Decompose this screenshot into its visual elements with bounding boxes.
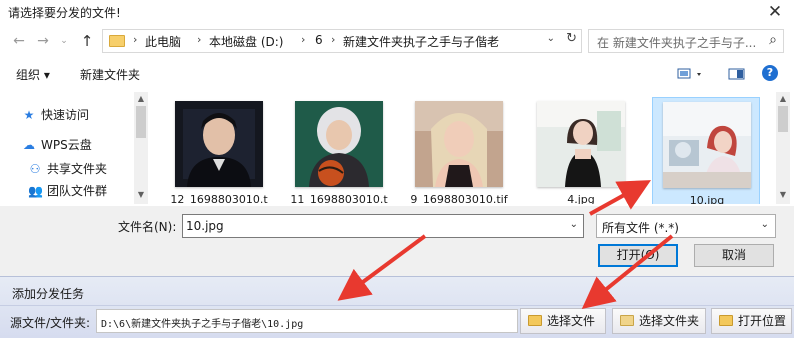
file-type-value: 所有文件 (*.*) <box>602 221 679 235</box>
distribution-task-panel: 添加分发任务 源文件/文件夹: D:\6\新建文件夹执子之手与子偕老\10.jp… <box>0 276 794 338</box>
chevron-down-icon[interactable]: ⌄ <box>547 33 555 44</box>
source-path-field[interactable]: D:\6\新建文件夹执子之手与子偕老\10.jpg <box>96 309 518 333</box>
refresh-icon[interactable]: ↻ <box>566 31 577 46</box>
search-input[interactable]: 在 新建文件夹执子之手与子... ⌕ <box>588 29 784 53</box>
navigation-pane-scrollbar[interactable]: ▲ ▼ <box>134 92 148 204</box>
recent-locations-icon[interactable]: ⌄ <box>58 31 70 51</box>
file-thumbnail <box>663 102 751 188</box>
chevron-down-icon[interactable]: ⌄ <box>570 219 578 230</box>
scroll-up-icon[interactable]: ▲ <box>134 94 148 103</box>
chevron-down-icon: ⌄ <box>760 219 769 230</box>
file-list: 12_1698803010.t 11_1698803010.t 9_169880… <box>155 92 774 204</box>
sidebar-item-shared-folder[interactable]: ⚇ 共享文件夹 <box>28 160 107 180</box>
select-file-button[interactable]: 选择文件 <box>520 308 606 334</box>
file-tile[interactable]: 9_1698803010.tif <box>405 97 513 204</box>
search-placeholder: 在 新建文件夹执子之手与子... <box>597 36 757 50</box>
address-bar[interactable]: › 此电脑 › 本地磁盘 (D:) › 6 › 新建文件夹执子之手与子偕老 ⌄ … <box>102 29 582 53</box>
file-tile[interactable]: 11_1698803010.t <box>285 97 393 204</box>
breadcrumb-drive-d[interactable]: 本地磁盘 (D:) <box>209 33 283 50</box>
sidebar-item-label: 共享文件夹 <box>47 162 108 176</box>
dialog-title: 请选择要分发的文件! <box>8 6 121 20</box>
filename-label: 文件名(N): <box>118 220 177 234</box>
sidebar-item-label: 团队文件群 <box>47 184 108 198</box>
sidebar-item-label: WPS云盘 <box>41 138 92 152</box>
scrollbar-thumb[interactable] <box>778 106 788 132</box>
open-location-label: 打开位置 <box>738 314 787 328</box>
file-tile-selected[interactable]: 10.jpg <box>652 97 760 204</box>
breadcrumb-separator: › <box>301 33 306 46</box>
sidebar-item-label: 快速访问 <box>41 108 90 122</box>
filename-value: 10.jpg <box>186 219 224 233</box>
up-arrow-icon[interactable]: ↑ <box>78 31 96 51</box>
cloud-icon: ☁ <box>23 138 35 152</box>
view-options-button[interactable] <box>676 64 706 84</box>
scroll-down-icon[interactable]: ▼ <box>134 190 148 199</box>
file-name: 11_1698803010.t <box>290 193 388 204</box>
search-icon[interactable]: ⌕ <box>769 32 777 48</box>
select-file-label: 选择文件 <box>547 314 596 328</box>
file-tile[interactable]: 12_1698803010.t <box>165 97 273 204</box>
file-list-scrollbar[interactable]: ▲ ▼ <box>776 92 790 204</box>
cancel-button[interactable]: 取消 <box>694 244 774 267</box>
file-thumbnail <box>537 101 625 187</box>
divider <box>0 305 794 306</box>
folder-icon <box>620 315 634 326</box>
group-icon: 👥 <box>28 184 43 198</box>
sidebar-item-quick-access[interactable]: ★ 快速访问 <box>22 106 89 126</box>
source-path-value: D:\6\新建文件夹执子之手与子偕老\10.jpg <box>101 319 304 330</box>
view-icon <box>677 68 701 79</box>
folder-open-icon <box>719 315 733 326</box>
scroll-down-icon[interactable]: ▼ <box>776 190 790 199</box>
organize-menu[interactable]: 组织 ▾ <box>16 66 50 83</box>
breadcrumb-folder-6[interactable]: 6 <box>315 33 323 47</box>
preview-pane-button[interactable] <box>728 64 746 84</box>
file-thumbnail <box>295 101 383 187</box>
close-icon[interactable]: ✕ <box>764 1 786 23</box>
sidebar-item-team-group[interactable]: 👥 团队文件群 <box>28 182 107 202</box>
select-folder-label: 选择文件夹 <box>639 314 700 328</box>
file-thumbnail <box>175 101 263 187</box>
file-icon <box>528 315 542 326</box>
help-icon[interactable]: ? <box>762 65 778 81</box>
task-panel-title: 添加分发任务 <box>12 287 85 301</box>
file-thumbnail <box>415 101 503 187</box>
forward-arrow-icon[interactable]: → <box>34 31 52 51</box>
file-name: 10.jpg <box>689 194 725 204</box>
breadcrumb-separator: › <box>197 33 202 46</box>
file-type-select[interactable]: 所有文件 (*.*) ⌄ <box>596 214 776 238</box>
select-folder-button[interactable]: 选择文件夹 <box>612 308 706 334</box>
file-name: 9_1698803010.tif <box>410 193 508 204</box>
filename-panel: 文件名(N): 10.jpg ⌄ 所有文件 (*.*) ⌄ 打开(O) 取消 <box>0 206 794 276</box>
star-icon: ★ <box>23 108 35 122</box>
open-location-button[interactable]: 打开位置 <box>711 308 792 334</box>
toolbar: 组织 ▾ 新建文件夹 ? <box>0 60 794 88</box>
breadcrumb-this-pc[interactable]: 此电脑 <box>145 33 181 50</box>
preview-pane-icon <box>728 68 745 80</box>
new-folder-button[interactable]: 新建文件夹 <box>80 66 140 83</box>
breadcrumb-separator: › <box>331 33 336 46</box>
back-arrow-icon[interactable]: ← <box>10 31 28 51</box>
folder-icon <box>109 35 125 47</box>
open-button[interactable]: 打开(O) <box>598 244 678 267</box>
scrollbar-thumb[interactable] <box>136 106 146 138</box>
file-tile[interactable]: 4.jpg <box>527 97 635 204</box>
filename-input[interactable]: 10.jpg ⌄ <box>182 214 584 238</box>
breadcrumb-current-folder[interactable]: 新建文件夹执子之手与子偕老 <box>343 33 499 50</box>
dialog-titlebar: 请选择要分发的文件! ✕ <box>0 0 794 24</box>
share-icon: ⚇ <box>29 162 41 176</box>
sidebar-item-wps-cloud[interactable]: ☁ WPS云盘 <box>22 136 92 156</box>
source-label: 源文件/文件夹: <box>10 316 91 330</box>
address-row: ← → ⌄ ↑ › 此电脑 › 本地磁盘 (D:) › 6 › 新建文件夹执子之… <box>0 26 794 56</box>
navigation-pane: ★ 快速访问 ☁ WPS云盘 ⚇ 共享文件夹 👥 团队文件群 <box>0 92 150 204</box>
breadcrumb-separator: › <box>133 33 138 46</box>
file-name: 4.jpg <box>567 193 595 204</box>
file-name: 12_1698803010.t <box>170 193 268 204</box>
scroll-up-icon[interactable]: ▲ <box>776 94 790 103</box>
